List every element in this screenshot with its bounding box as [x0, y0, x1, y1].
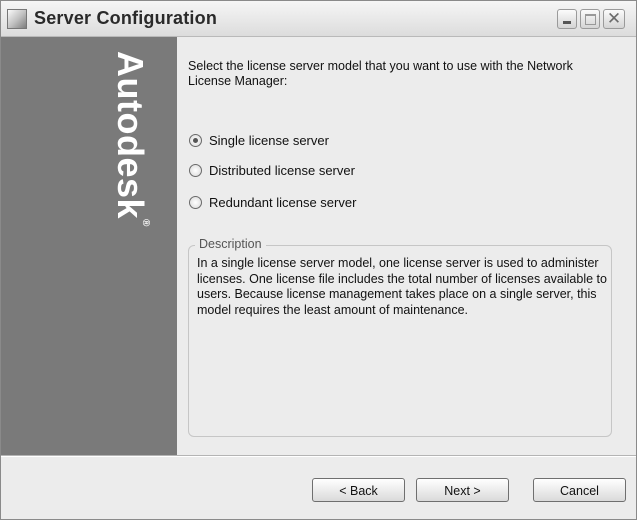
main-content: Select the license server model that you… [177, 37, 636, 455]
close-button[interactable]: ✕ [603, 9, 625, 29]
description-text: In a single license server model, one li… [197, 256, 607, 317]
close-icon: ✕ [606, 9, 622, 29]
brand-name: Autodesk [110, 51, 151, 220]
app-window-icon [7, 9, 27, 29]
description-legend: Description [195, 237, 266, 251]
next-button[interactable]: Next > [416, 478, 509, 502]
minimize-button[interactable] [557, 9, 577, 29]
radio-button[interactable] [189, 134, 202, 147]
description-groupbox: Description In a single license server m… [188, 237, 612, 437]
back-button[interactable]: < Back [312, 478, 405, 502]
brand-panel: Autodesk® [1, 37, 177, 455]
maximize-button[interactable] [580, 9, 600, 29]
brand-logo: Autodesk® [109, 51, 151, 227]
radio-button[interactable] [189, 164, 202, 177]
option-label: Single license server [209, 133, 329, 148]
intro-text: Select the license server model that you… [188, 59, 573, 88]
footer-divider [1, 455, 636, 457]
radio-button[interactable] [189, 196, 202, 209]
cancel-button[interactable]: Cancel [533, 478, 626, 502]
brand-trademark: ® [140, 219, 151, 227]
window-title: Server Configuration [34, 8, 218, 28]
option-label: Redundant license server [209, 195, 357, 210]
title-bar[interactable]: Server Configuration ✕ [1, 1, 636, 37]
server-configuration-window: Server Configuration ✕ Autodesk® Select … [0, 0, 637, 520]
option-label: Distributed license server [209, 163, 355, 178]
